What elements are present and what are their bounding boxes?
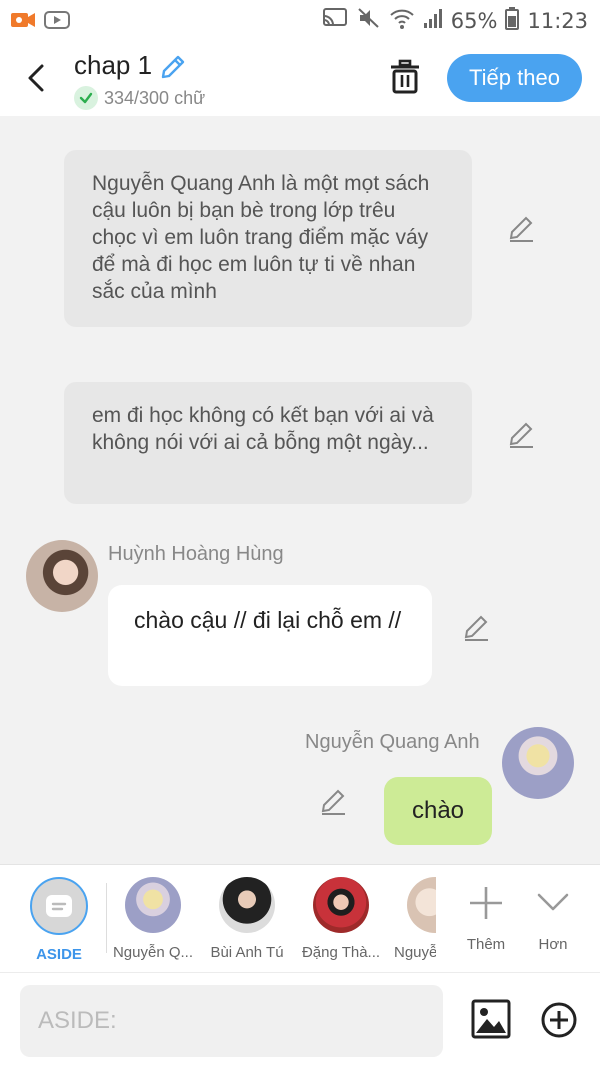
expand-characters-button[interactable]: Hơn <box>508 877 598 953</box>
battery-icon <box>505 6 520 35</box>
wifi-icon <box>389 6 415 35</box>
narration-block[interactable]: em đi học không có kết bạn với ai và khô… <box>64 382 472 504</box>
mute-icon <box>357 6 381 35</box>
character-label: Nguyễ <box>394 944 436 961</box>
battery-percent: 65% <box>450 8 498 33</box>
edit-pencil-icon[interactable] <box>462 612 492 642</box>
word-count-label: 334/300 chữ <box>104 87 206 108</box>
speaker-name: Huỳnh Hoàng Hùng <box>108 543 284 565</box>
avatar[interactable] <box>502 727 574 799</box>
status-bar: 65% 11:23 <box>0 0 600 40</box>
edit-pencil-icon[interactable] <box>319 786 349 816</box>
back-arrow-icon[interactable] <box>22 60 52 96</box>
character-item[interactable]: Nguyễ <box>390 877 436 961</box>
character-item[interactable]: Bùi Anh Tú <box>202 877 292 961</box>
chapter-title: chap 1 <box>74 50 153 80</box>
character-aside[interactable]: ASIDE <box>14 877 104 963</box>
message-bubble-left[interactable]: chào cậu // đi lại chỗ em // <box>108 585 432 686</box>
narration-block[interactable]: Nguyễn Quang Anh là một mọt sách cậu luô… <box>64 150 472 327</box>
character-avatar <box>219 877 275 933</box>
signal-icon <box>423 7 443 34</box>
character-label: Bùi Anh Tú <box>210 944 284 961</box>
pencil-icon[interactable] <box>158 52 188 82</box>
input-bar <box>0 972 600 1067</box>
plus-icon <box>466 877 506 925</box>
youtube-icon <box>44 9 70 36</box>
character-label: Nguyễn Q... <box>112 944 194 961</box>
message-input[interactable] <box>20 985 443 1057</box>
add-circle-icon[interactable] <box>540 1001 578 1039</box>
edit-pencil-icon[interactable] <box>507 213 537 243</box>
trash-icon[interactable] <box>388 58 422 96</box>
cast-icon <box>321 6 349 35</box>
avatar[interactable] <box>26 540 98 612</box>
character-avatar <box>125 877 181 933</box>
word-count: 334/300 chữ <box>74 86 205 110</box>
character-avatar <box>313 877 369 933</box>
character-item[interactable]: Nguyễn Q... <box>108 877 198 961</box>
editor-header: chap 1 334/300 chữ Tiếp theo <box>0 40 600 116</box>
check-icon <box>74 86 98 110</box>
edit-pencil-icon[interactable] <box>507 419 537 449</box>
video-call-icon <box>10 9 36 36</box>
message-bubble-right[interactable]: chào <box>384 777 492 845</box>
character-bar: ASIDE Nguyễn Q... Bùi Anh Tú Đặng Thà...… <box>0 864 600 972</box>
character-avatar <box>407 877 436 933</box>
aside-avatar <box>30 877 88 935</box>
character-label: Đặng Thà... <box>301 944 381 961</box>
chevron-down-icon <box>533 877 573 925</box>
speaker-name: Nguyễn Quang Anh <box>305 731 480 753</box>
clock: 11:23 <box>527 8 588 33</box>
character-item[interactable]: Đặng Thà... <box>296 877 386 961</box>
divider <box>106 883 107 953</box>
image-icon[interactable] <box>471 999 511 1039</box>
character-label: ASIDE <box>36 946 82 963</box>
next-button[interactable]: Tiếp theo <box>447 54 582 102</box>
expand-label: Hơn <box>538 936 568 953</box>
